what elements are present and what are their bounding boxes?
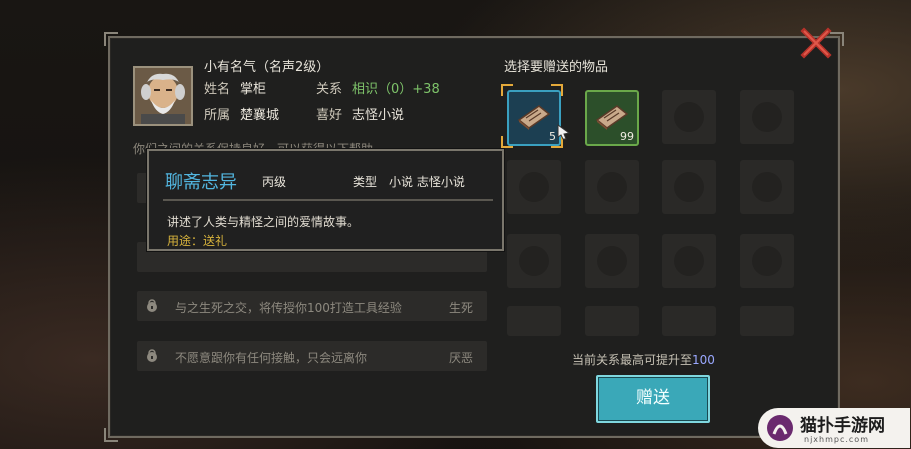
name-value: 掌柜 <box>240 82 267 97</box>
reputation-title: 小有名气（名声2级） <box>204 60 330 75</box>
inventory-slot[interactable] <box>585 306 639 336</box>
hobby-row: 喜好 志怪小说 <box>316 104 404 123</box>
inventory-slot[interactable] <box>507 234 561 288</box>
benefit-tag: 厌恶 <box>448 351 473 365</box>
faction-value: 楚襄城 <box>240 108 280 123</box>
watermark-text: 猫扑手游网 <box>800 416 885 436</box>
frame-corner <box>104 32 118 46</box>
inventory-slot[interactable] <box>585 160 639 214</box>
npc-avatar <box>133 66 193 126</box>
selection-bracket <box>551 84 563 96</box>
item-type-label: 类型 <box>353 175 378 189</box>
item-usage: 用途：送礼 <box>167 234 228 248</box>
selection-bracket <box>501 84 513 96</box>
relation-benefit-row: 与之生死之交，将传授你100打造工具经验 生死 <box>137 291 487 321</box>
inventory-slot[interactable] <box>662 306 716 336</box>
benefit-tag: 生死 <box>448 301 473 315</box>
lock-icon <box>147 349 157 362</box>
book-icon <box>595 105 629 130</box>
item-grade: 丙级 <box>262 175 287 189</box>
item-name: 聊斋志异 <box>165 172 237 193</box>
limit-text: 当前关系最高可提升至 <box>572 353 693 367</box>
inventory-slot[interactable] <box>507 160 561 214</box>
inventory-slot[interactable] <box>740 234 794 288</box>
name-label: 姓名 <box>204 82 231 97</box>
gift-section-title: 选择要赠送的物品 <box>504 60 609 75</box>
item-count: 99 <box>620 130 634 143</box>
faction-row: 所属 楚襄城 <box>204 104 279 123</box>
book-icon <box>517 105 551 130</box>
relation-label: 关系 <box>316 82 343 97</box>
benefit-text: 与之生死之交，将传授你100打造工具经验 <box>175 301 402 315</box>
gift-item[interactable]: 99 <box>585 90 639 146</box>
selection-bracket <box>501 136 513 148</box>
relation-row: 关系 相识（0）+38 <box>316 78 440 97</box>
inventory-slot[interactable] <box>662 160 716 214</box>
close-icon[interactable] <box>799 24 835 60</box>
inventory-slot[interactable] <box>740 90 794 144</box>
tooltip-divider <box>163 199 493 201</box>
relation-limit: 当前关系最高可提升至100 <box>572 351 715 368</box>
site-logo-icon <box>767 415 793 441</box>
frame-corner <box>104 428 118 442</box>
watermark-url: njxhmpc.com <box>804 435 869 444</box>
benefit-text: 不愿意跟你有任何接触，只会远离你 <box>175 351 368 365</box>
inventory-slot[interactable] <box>507 306 561 336</box>
item-type-value: 小说 志怪小说 <box>389 175 465 189</box>
hobby-value: 志怪小说 <box>352 108 405 123</box>
gift-button[interactable]: 赠送 <box>596 375 710 423</box>
faction-label: 所属 <box>204 108 231 123</box>
npc-name-row: 姓名 掌柜 <box>204 78 266 97</box>
relation-benefit-row: 不愿意跟你有任何接触，只会远离你 厌恶 <box>137 341 487 371</box>
item-description: 讲述了人类与精怪之间的爱情故事。 <box>167 215 360 229</box>
inventory-slot[interactable] <box>662 90 716 144</box>
pointer-cursor-icon <box>557 124 571 140</box>
hobby-label: 喜好 <box>316 108 343 123</box>
limit-value: 100 <box>692 353 715 367</box>
inventory-slot[interactable] <box>662 234 716 288</box>
inventory-slot[interactable] <box>585 234 639 288</box>
inventory-slot[interactable] <box>740 306 794 336</box>
item-tooltip: 聊斋志异 丙级 类型 小说 志怪小说 讲述了人类与精怪之间的爱情故事。 用途：送礼 <box>147 149 504 251</box>
site-watermark: 猫扑手游网 njxhmpc.com <box>758 408 910 448</box>
old-man-portrait-icon <box>135 68 191 124</box>
inventory-slot[interactable] <box>740 160 794 214</box>
item-type: 类型 小说 志怪小说 <box>353 173 465 190</box>
relation-value: 相识（0）+38 <box>352 82 440 97</box>
lock-icon <box>147 299 157 312</box>
